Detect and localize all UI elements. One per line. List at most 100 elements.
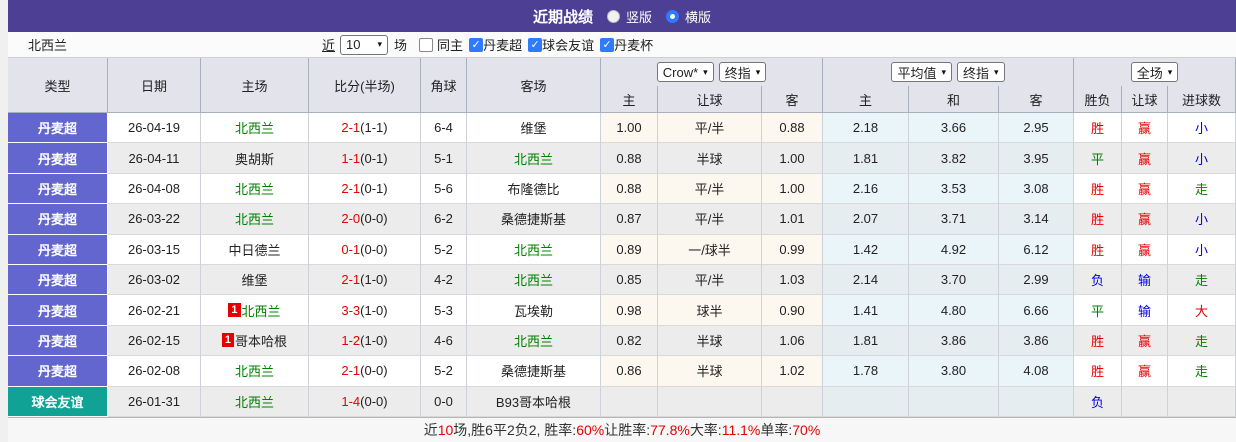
result-text: 平 xyxy=(1090,151,1104,167)
team-name[interactable]: 瓦埃勒 xyxy=(514,301,553,320)
result-text: 小 xyxy=(1194,151,1208,167)
table-row: 丹麦超 26-02-08 北西兰 2-1 (0-0) 5-2 桑德捷斯基 0.86 半球 1.02… xyxy=(8,356,1236,387)
away-team-cell: 布隆德比 xyxy=(467,173,601,205)
header-corner: 角球 xyxy=(421,58,467,113)
rank-badge: 1 xyxy=(228,303,241,318)
team-name[interactable]: 桑德捷斯基 xyxy=(501,209,566,228)
team-name[interactable]: 北西兰 xyxy=(235,361,274,380)
odds-handicap-cell xyxy=(658,386,762,417)
radio-label[interactable]: 横版 xyxy=(685,7,711,26)
odds-away-cell: 1.03 xyxy=(762,264,823,296)
radio-button-icon[interactable] xyxy=(606,9,620,23)
date-cell: 26-01-31 xyxy=(108,386,201,417)
table-row: 丹麦超 26-03-22 北西兰 2-0 (0-0) 6-2 桑德捷斯基 0.87 平/半 1.0… xyxy=(8,204,1236,235)
subheader-goals-result: 进球数 xyxy=(1168,86,1236,113)
bookmaker-final-select[interactable]: 终指 ▾ xyxy=(718,62,767,82)
radio-button-icon[interactable] xyxy=(666,9,679,23)
team-name[interactable]: 桑德捷斯基 xyxy=(501,361,566,380)
fulltime-score: 2-1 xyxy=(341,180,361,196)
result-text: 小 xyxy=(1194,242,1208,258)
goals-result-cell: 大 xyxy=(1168,295,1236,326)
result-text: 输 xyxy=(1137,273,1151,289)
summary-segment: 77.8% xyxy=(650,421,690,438)
away-team-cell: 北西兰 xyxy=(467,325,601,357)
team-name[interactable]: 北西兰 xyxy=(242,301,281,320)
average-select[interactable]: 平均值 ▾ xyxy=(891,62,952,82)
checkbox-label: 同主 xyxy=(437,38,464,53)
fulltime-score: 2-1 xyxy=(341,363,361,379)
match-count-value: 10 xyxy=(346,37,361,52)
match-count-select[interactable]: 10 ▾ xyxy=(340,34,389,55)
goals-result-cell xyxy=(1168,386,1236,417)
handicap-result-cell xyxy=(1122,386,1168,417)
chevron-down-icon: ▾ xyxy=(703,66,708,77)
team-name[interactable]: 维堡 xyxy=(241,270,267,289)
halftime-score: (1-0) xyxy=(360,302,388,318)
avg-away-cell xyxy=(999,386,1074,417)
result-text: 大 xyxy=(1194,303,1208,319)
home-team-cell: 中日德兰 xyxy=(201,234,309,265)
odds-home-cell: 0.86 xyxy=(601,356,658,387)
date-cell: 26-04-08 xyxy=(108,173,201,205)
result-text: 胜 xyxy=(1090,181,1104,197)
halftime-score: (1-0) xyxy=(360,332,388,348)
checkbox-checked-icon[interactable]: ✓ xyxy=(600,37,615,52)
team-name[interactable]: 中日德兰 xyxy=(228,240,280,259)
checkbox-unchecked-icon[interactable] xyxy=(419,37,434,52)
avg-draw-cell: 3.82 xyxy=(909,143,999,174)
team-name[interactable]: 维堡 xyxy=(520,118,546,137)
team-name[interactable]: B93哥本哈根 xyxy=(496,392,571,411)
bookmaker-group-header: Crow* ▾ 终指 ▾ xyxy=(601,58,823,86)
team-name[interactable]: 北西兰 xyxy=(514,331,553,350)
result-text: 赢 xyxy=(1137,151,1151,167)
odds-away-cell: 0.99 xyxy=(762,234,823,265)
team-name[interactable]: 哥本哈根 xyxy=(235,331,287,350)
team-name[interactable]: 奥胡斯 xyxy=(235,149,274,168)
subheader-avg-away: 客 xyxy=(999,86,1074,113)
date-cell: 26-02-15 xyxy=(108,325,201,357)
handicap-result-cell: 赢 xyxy=(1122,325,1168,357)
odds-away-cell: 1.01 xyxy=(762,204,823,235)
chevron-down-icon: ▾ xyxy=(994,66,999,77)
avg-draw-cell: 3.86 xyxy=(909,325,999,357)
team-name[interactable]: 北西兰 xyxy=(235,209,274,228)
odds-away-cell: 0.90 xyxy=(762,295,823,326)
avg-away-cell: 6.66 xyxy=(999,295,1074,326)
date-cell: 26-02-08 xyxy=(108,356,201,387)
team-name[interactable]: 北西兰 xyxy=(235,118,274,137)
team-name[interactable]: 北西兰 xyxy=(514,270,553,289)
match-type-cell: 丹麦超 xyxy=(8,325,108,357)
fulltime-score: 0-1 xyxy=(341,241,361,257)
filter-controls: 近 10 ▾ 场 同主 ✓ 丹麦超 ✓ 球会友谊 ✓ 丹麦杯 xyxy=(322,34,653,55)
result-cell: 负 xyxy=(1074,264,1122,296)
away-team-cell: 桑德捷斯基 xyxy=(467,204,601,235)
table-row: 丹麦超 26-03-15 中日德兰 0-1 (0-0) 5-2 北西兰 0.89 一/球半 0.9… xyxy=(8,234,1236,265)
bookmaker-select[interactable]: Crow* ▾ xyxy=(656,62,714,82)
team-name[interactable]: 北西兰 xyxy=(235,179,274,198)
date-cell: 26-04-19 xyxy=(108,113,201,144)
radio-label[interactable]: 竖版 xyxy=(626,7,652,26)
result-text: 负 xyxy=(1090,273,1104,289)
result-text: 走 xyxy=(1194,181,1208,197)
score-cell: 3-3 (1-0) xyxy=(309,295,421,326)
page-title: 近期战绩 xyxy=(532,8,593,26)
date-cell: 26-03-02 xyxy=(108,264,201,296)
result-text: 小 xyxy=(1194,121,1208,137)
odds-home-cell: 1.00 xyxy=(601,113,658,144)
subheader-avg-draw: 和 xyxy=(909,86,999,113)
score-cell: 2-1 (0-1) xyxy=(309,173,421,205)
full-match-select[interactable]: 全场 ▾ xyxy=(1130,62,1179,82)
content: 近期战绩 竖版 横版 北西兰 近 10 ▾ 场 同主 ✓ 丹麦超 ✓ 球会友谊 ✓ 丹麦杯 … xyxy=(8,0,1236,442)
match-type-cell: 丹麦超 xyxy=(8,295,108,326)
home-team-cell: 1 哥本哈根 xyxy=(201,325,309,357)
team-name[interactable]: 布隆德比 xyxy=(507,179,559,198)
team-name[interactable]: 北西兰 xyxy=(514,240,553,259)
team-name[interactable]: 北西兰 xyxy=(514,149,553,168)
team-name[interactable]: 北西兰 xyxy=(235,392,274,411)
avg-draw-cell: 4.80 xyxy=(909,295,999,326)
away-team-cell: 北西兰 xyxy=(467,143,601,174)
handicap-result-cell: 输 xyxy=(1122,295,1168,326)
checkbox-checked-icon[interactable]: ✓ xyxy=(528,37,543,52)
average-final-select[interactable]: 终指 ▾ xyxy=(957,62,1005,82)
checkbox-checked-icon[interactable]: ✓ xyxy=(469,37,484,52)
